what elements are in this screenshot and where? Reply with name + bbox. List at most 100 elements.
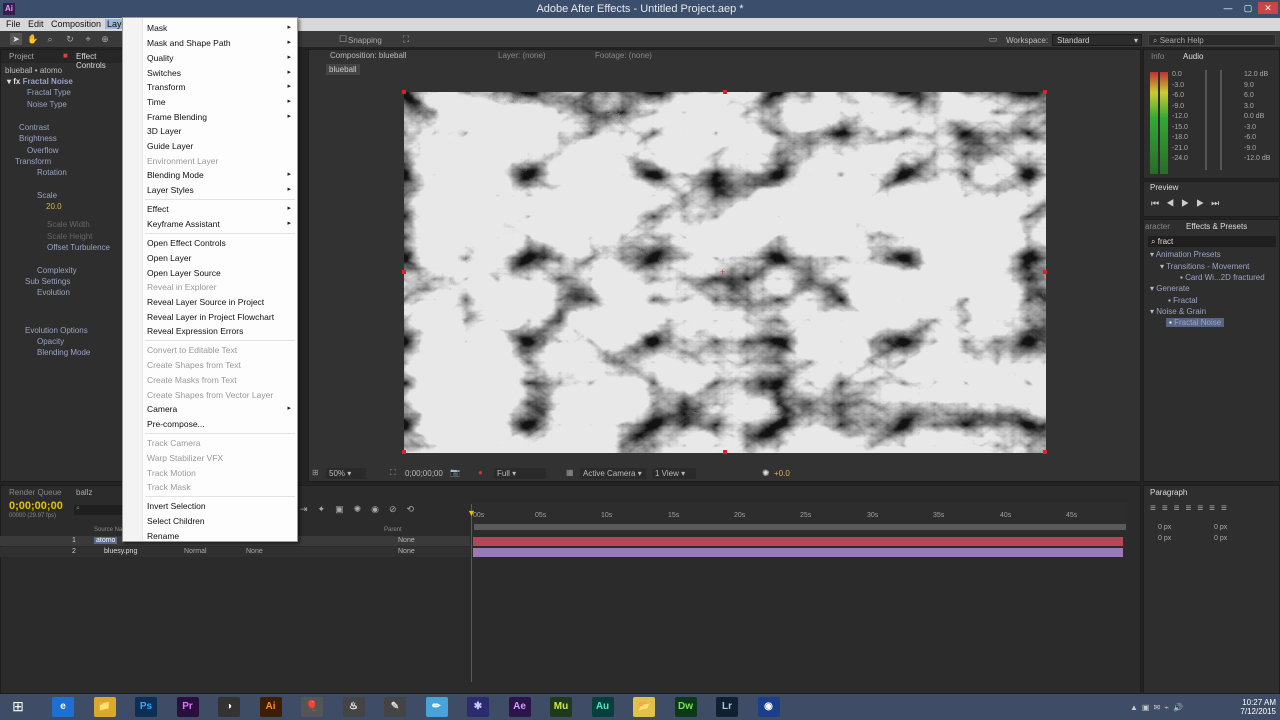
timeline-switches-toolbar[interactable]: ⇥✦▣✺◉⊘⟲: [300, 504, 470, 516]
start-icon[interactable]: ⊞: [8, 698, 28, 716]
menu-item-3d-layer[interactable]: 3D Layer: [147, 126, 297, 136]
effect-name[interactable]: ▾ fx Fractal Noise: [7, 77, 73, 86]
taskbar-app-icon[interactable]: ♨: [342, 697, 365, 717]
menu-item-frame-blending[interactable]: Frame Blending ▸: [147, 112, 297, 122]
rotate-tool-icon[interactable]: ↻: [64, 33, 76, 45]
space-after-value[interactable]: 0 px: [1214, 535, 1227, 542]
transparency-grid-icon[interactable]: ▦: [566, 468, 574, 477]
menu-item-transform[interactable]: Transform ▸: [147, 82, 297, 92]
camera-tool-icon[interactable]: ⌖: [82, 33, 94, 45]
comp-flow-name[interactable]: blueball: [326, 64, 360, 75]
menu-item-open-layer-source[interactable]: Open Layer Source: [147, 268, 297, 278]
maximize-icon[interactable]: ▢: [1238, 2, 1258, 14]
audio-slider-track[interactable]: [1220, 70, 1222, 170]
tab-info[interactable]: Info: [1151, 52, 1164, 61]
tab-layer[interactable]: Layer: (none): [498, 51, 546, 60]
prop-sub-settings[interactable]: Sub Settings: [25, 277, 70, 286]
indent-first-value[interactable]: 0 px: [1158, 535, 1171, 542]
search-help-input[interactable]: ⌕ Search Help: [1148, 34, 1276, 46]
menu-item-time[interactable]: Time ▸: [147, 97, 297, 107]
scale-value[interactable]: 20.0: [46, 202, 62, 211]
taskbar-app-icon[interactable]: Ps: [135, 697, 157, 717]
tab-render-queue[interactable]: Render Queue: [9, 488, 61, 497]
layer-bar[interactable]: [473, 537, 1123, 546]
effects-search-input[interactable]: ⌕ fract: [1148, 236, 1276, 247]
menu-item-quality[interactable]: Quality ▸: [147, 53, 297, 63]
tab-project[interactable]: Project: [9, 52, 34, 61]
prop-scale[interactable]: Scale: [37, 191, 57, 200]
taskbar-app-icon[interactable]: ✏: [425, 697, 448, 717]
color-channel-icon[interactable]: ●: [478, 468, 483, 477]
current-time-indicator[interactable]: [471, 504, 472, 682]
menu-item-rename[interactable]: Rename: [147, 531, 297, 541]
tree-generate[interactable]: ▾ Generate: [1150, 284, 1190, 293]
selection-tool-icon[interactable]: ➤: [10, 33, 22, 45]
anchor-point-icon[interactable]: +: [720, 267, 725, 277]
grid-icon[interactable]: ⊞: [312, 468, 319, 477]
menu-item-reveal-layer-in-project-flowchart[interactable]: Reveal Layer in Project Flowchart: [147, 312, 297, 322]
menu-item-reveal-expression-errors[interactable]: Reveal Expression Errors: [147, 326, 297, 336]
menu-item-select-children[interactable]: Select Children: [147, 516, 297, 526]
view-layout-select[interactable]: 1 View ▾: [652, 468, 696, 479]
indent-left-value[interactable]: 0 px: [1158, 524, 1171, 531]
menu-item-layer-styles[interactable]: Layer Styles ▸: [147, 185, 297, 195]
menu-item-guide-layer[interactable]: Guide Layer: [147, 141, 297, 151]
prop-rotation[interactable]: Rotation: [37, 168, 67, 177]
camera-select[interactable]: Active Camera ▾: [580, 468, 646, 479]
tab-effects-presets[interactable]: Effects & Presets: [1186, 222, 1247, 231]
hand-tool-icon[interactable]: ✋: [27, 33, 39, 45]
tree-fractal-noise[interactable]: ▪ Fractal Noise: [1166, 318, 1225, 327]
resolution-select[interactable]: Full ▾: [494, 468, 546, 479]
alignment-buttons[interactable]: ≡≡≡≡≡≡≡: [1150, 503, 1233, 514]
layer-trkmat[interactable]: None: [246, 548, 263, 555]
indent-right-value[interactable]: 0 px: [1214, 524, 1227, 531]
layer-parent[interactable]: None: [398, 537, 415, 544]
viewer-timecode[interactable]: 0;00;00;00: [405, 469, 443, 478]
taskbar-app-icon[interactable]: 📂: [633, 697, 655, 717]
prop-noise-type[interactable]: Noise Type: [27, 100, 67, 109]
menu-item-open-effect-controls[interactable]: Open Effect Controls: [147, 238, 297, 248]
taskbar-app-icon[interactable]: 🎈: [301, 697, 323, 717]
bounding-handle[interactable]: [402, 450, 406, 454]
taskbar-app-icon[interactable]: Dw: [674, 697, 697, 717]
menu-item-mask[interactable]: Mask ▸: [147, 23, 297, 33]
tree-transitions-movement[interactable]: ▾ Transitions - Movement: [1160, 262, 1249, 271]
prop-blending-mode[interactable]: Blending Mode: [37, 348, 90, 357]
workspace-icon[interactable]: ▭: [987, 33, 999, 45]
prop-complexity[interactable]: Complexity: [37, 266, 77, 275]
menu-item-pre-compose[interactable]: Pre-compose...: [147, 419, 297, 429]
prop-evolution-options[interactable]: Evolution Options: [25, 326, 88, 335]
menu-item-mask-and-shape-path[interactable]: Mask and Shape Path ▸: [147, 38, 297, 48]
zoom-select[interactable]: 50% ▾: [326, 468, 366, 479]
taskbar-app-icon[interactable]: Pr: [176, 697, 199, 717]
snapshot-icon[interactable]: 📷: [450, 468, 460, 477]
tab-paragraph[interactable]: Paragraph: [1150, 488, 1187, 497]
bounding-handle[interactable]: [723, 90, 727, 94]
menu-item-invert-selection[interactable]: Invert Selection: [147, 501, 297, 511]
bounding-handle[interactable]: [1043, 450, 1047, 454]
taskbar-app-icon[interactable]: Lr: [716, 697, 738, 717]
menu-composition[interactable]: Composition: [51, 19, 101, 29]
prop-offset-turbulence[interactable]: Offset Turbulence: [47, 243, 110, 252]
tree-animation-presets[interactable]: ▾ Animation Presets: [1150, 250, 1221, 259]
menu-file[interactable]: File: [6, 19, 21, 29]
bounding-handle[interactable]: [402, 270, 406, 274]
menu-item-switches[interactable]: Switches ▸: [147, 68, 297, 78]
menu-item-blending-mode[interactable]: Blending Mode ▸: [147, 170, 297, 180]
tab-ballz[interactable]: ballz: [76, 488, 92, 497]
region-icon[interactable]: ⛶: [390, 468, 396, 478]
tab-effect-controls[interactable]: Effect Controls: [76, 52, 126, 70]
menu-item-open-layer[interactable]: Open Layer: [147, 253, 297, 263]
bounding-handle[interactable]: [402, 90, 406, 94]
clock[interactable]: 10:27 AM 7/12/2015: [1232, 698, 1276, 716]
menu-item-effect[interactable]: Effect ▸: [147, 204, 297, 214]
layer-name[interactable]: atomo: [94, 537, 118, 544]
layer-parent[interactable]: None: [398, 548, 415, 555]
prop-opacity[interactable]: Opacity: [37, 337, 64, 346]
prop-fractal-type[interactable]: Fractal Type: [27, 88, 71, 97]
prop-transform[interactable]: Transform: [15, 157, 51, 166]
playhead-icon[interactable]: ▼: [467, 508, 476, 518]
tab-character[interactable]: aracter: [1145, 222, 1170, 231]
minimize-icon[interactable]: —: [1218, 2, 1238, 14]
taskbar-app-icon[interactable]: 📁: [93, 697, 116, 717]
